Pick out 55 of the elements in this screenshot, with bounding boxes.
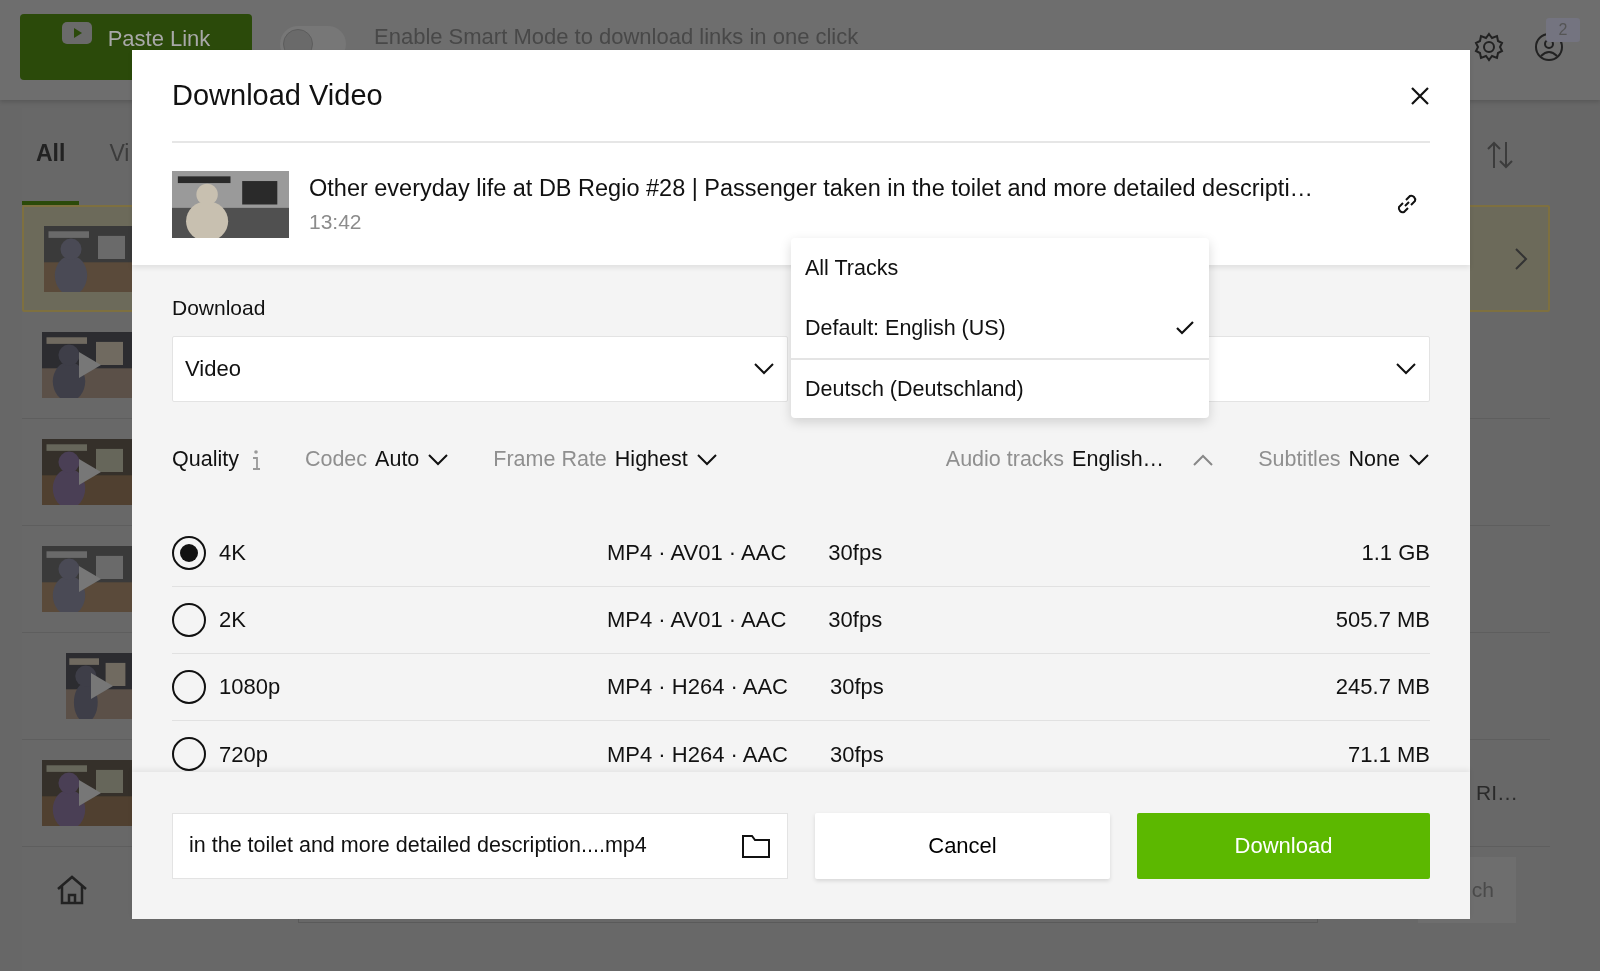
fps-text: 30fps bbox=[829, 740, 884, 769]
format-text: MP4 · AV01 · AAC bbox=[607, 606, 787, 634]
menu-item[interactable]: Deutsch (Deutschland) bbox=[791, 358, 1209, 418]
chevron-down-icon[interactable] bbox=[753, 361, 775, 376]
quality-text: 1080p bbox=[219, 673, 281, 701]
info-icon[interactable] bbox=[250, 448, 261, 471]
filter-dropdown[interactable]: Codec Auto bbox=[304, 443, 450, 476]
format-row[interactable]: 2K MP4 · AV01 · AAC 30fps 505.7 MB bbox=[172, 586, 1430, 654]
format-row[interactable]: 1080p MP4 · H264 · AAC 30fps 245.7 MB bbox=[172, 653, 1430, 721]
quality-label: Quality bbox=[172, 446, 239, 474]
chevron-up-icon[interactable] bbox=[1192, 452, 1215, 467]
format-text: MP4 · H264 · AAC bbox=[607, 673, 788, 701]
filter-dropdown[interactable]: Audio tracks English… bbox=[945, 443, 1215, 476]
radio-button[interactable] bbox=[172, 535, 206, 570]
video-play-icon bbox=[61, 22, 92, 44]
filter-dropdown[interactable]: Subtitles None bbox=[1258, 443, 1430, 476]
play-icon[interactable] bbox=[79, 780, 101, 806]
quality-text: 4K bbox=[219, 539, 246, 567]
menu-item[interactable]: All Tracks bbox=[791, 238, 1209, 298]
type-select[interactable]: Video bbox=[172, 335, 788, 402]
quality-text: 2K bbox=[219, 606, 246, 634]
download-label: Download bbox=[172, 295, 267, 321]
radio-button[interactable] bbox=[172, 669, 206, 704]
size-text: 245.7 MB bbox=[1335, 673, 1430, 701]
cancel-button[interactable]: Cancel bbox=[815, 812, 1110, 879]
play-icon[interactable] bbox=[79, 459, 101, 485]
close-icon[interactable] bbox=[1410, 85, 1430, 106]
play-icon[interactable] bbox=[79, 566, 101, 592]
dialog-title: Download Video bbox=[172, 77, 383, 113]
size-text: 505.7 MB bbox=[1335, 606, 1430, 634]
filter-dropdown[interactable]: Frame Rate Highest bbox=[493, 443, 718, 476]
play-icon[interactable] bbox=[91, 673, 113, 699]
chevron-down-icon[interactable] bbox=[1395, 361, 1417, 376]
chevron-down-icon[interactable] bbox=[427, 452, 450, 467]
home-icon[interactable] bbox=[56, 875, 88, 905]
filename-field[interactable]: in the toilet and more detailed description....mp4 bbox=[172, 812, 788, 879]
radio-button[interactable] bbox=[172, 602, 206, 637]
quality-text: 720p bbox=[219, 740, 268, 769]
video-title: Other everyday life at DB Regio #28 | Passenger taken in the toilet and more detailed descripti… bbox=[309, 173, 1315, 203]
video-duration: 13:42 bbox=[309, 208, 363, 235]
format-text: MP4 · H264 · AAC bbox=[607, 740, 788, 769]
fps-text: 30fps bbox=[828, 606, 883, 634]
format-row[interactable]: 4K MP4 · AV01 · AAC 30fps 1.1 GB bbox=[172, 519, 1430, 587]
fps-text: 30fps bbox=[828, 539, 883, 567]
menu-item[interactable]: Default: English (US) bbox=[791, 298, 1209, 358]
fps-text: 30fps bbox=[829, 673, 884, 701]
folder-icon[interactable] bbox=[741, 832, 771, 859]
size-text: 1.1 GB bbox=[1361, 539, 1430, 567]
size-text: 71.1 MB bbox=[1348, 740, 1430, 769]
chevron-down-icon[interactable] bbox=[1408, 452, 1430, 467]
chevron-down-icon[interactable] bbox=[695, 452, 718, 467]
format-text: MP4 · AV01 · AAC bbox=[607, 539, 787, 567]
settings-icon[interactable] bbox=[1474, 32, 1504, 62]
item-title: RI… bbox=[1476, 780, 1518, 807]
play-icon[interactable] bbox=[79, 352, 101, 378]
